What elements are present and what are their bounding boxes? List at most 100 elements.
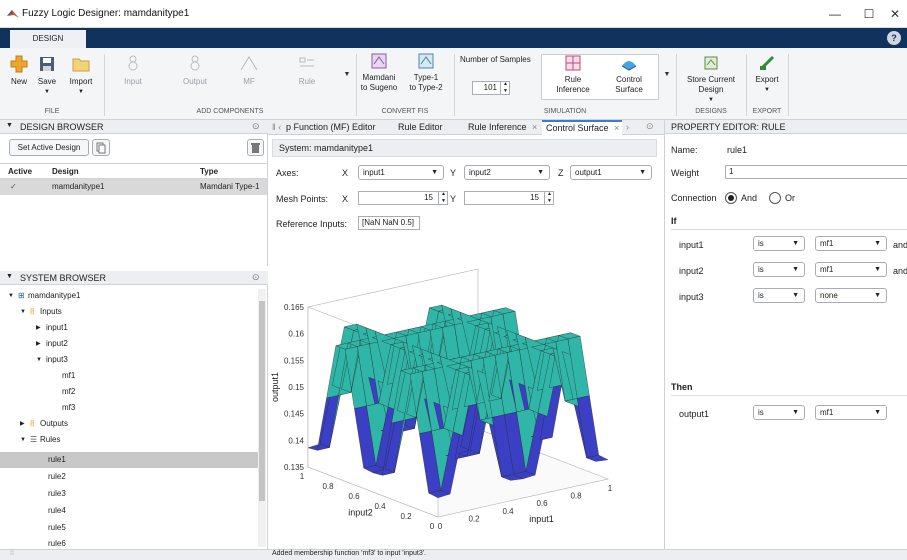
dropdown-arrow-icon: ▼ <box>431 169 438 176</box>
tree-item-mf1[interactable]: mf1 <box>0 368 260 384</box>
tree-item-fis[interactable]: ▼ ⊞ mamdanitype1 <box>0 288 260 304</box>
x-tick-label: 0.2 <box>468 514 480 523</box>
z-axis-title: output1 <box>270 372 280 402</box>
x-tick-label: 0.8 <box>570 492 582 501</box>
mesh-y-input[interactable]: 15 <box>464 191 554 205</box>
tabs-options-icon[interactable]: ⊙ <box>646 121 654 132</box>
tree-item-input3[interactable]: ▼ input3 <box>0 352 260 368</box>
if-is-select[interactable]: is ▼ <box>753 236 805 251</box>
rule-name-value: rule1 <box>727 145 748 155</box>
z-axis-select[interactable]: output1 ▼ <box>570 165 652 180</box>
add-input-button[interactable]: Input <box>114 54 152 87</box>
panel-options-icon[interactable]: ⊙ <box>252 272 260 283</box>
mesh-y-spinner-icon[interactable]: ▲ ▼ <box>544 191 554 205</box>
tree-item-outputs[interactable]: ▶ 8 Outputs <box>0 416 260 432</box>
add-mf-button[interactable]: MF <box>234 54 264 87</box>
dropdown-arrow-icon: ▼ <box>792 292 799 299</box>
set-active-design-button[interactable]: Set Active Design <box>9 139 89 156</box>
reference-inputs-input[interactable]: [NaN NaN 0.5] <box>358 216 420 230</box>
tree-item-inputs[interactable]: ▼ 8 Inputs <box>0 304 260 320</box>
y-tick-label: 0.8 <box>322 482 334 491</box>
tree-item-rule1[interactable]: rule1 <box>0 452 260 468</box>
if-mf-select[interactable]: none ▼ <box>815 288 887 303</box>
help-button[interactable]: ? <box>887 31 901 45</box>
type1-to-type2-button[interactable]: Type-1 to Type-2 <box>404 52 448 93</box>
rule-inference-label-1: Rule <box>564 75 582 84</box>
mesh-points-label: Mesh Points: <box>276 194 329 204</box>
add-rule-button[interactable]: Rule <box>290 54 324 87</box>
tree-scrollbar[interactable] <box>258 289 266 547</box>
if-is-select[interactable]: is ▼ <box>753 262 805 277</box>
tab-mf-editor[interactable]: p Function (MF) Editor <box>286 122 376 132</box>
and-radio[interactable] <box>725 192 737 204</box>
if-mf-select[interactable]: mf1 ▼ <box>815 262 887 277</box>
weight-input[interactable]: 1 <box>725 165 907 179</box>
new-button[interactable]: New <box>6 54 32 87</box>
export-button[interactable]: Export ▼ <box>750 54 784 95</box>
scrollbar-thumb[interactable] <box>259 301 265 501</box>
copy-design-button[interactable] <box>92 139 110 156</box>
tab-rule-editor[interactable]: Rule Editor <box>398 122 443 132</box>
x-axis-select[interactable]: input1 ▼ <box>358 165 444 180</box>
save-button[interactable]: Save ▼ <box>34 54 60 97</box>
if-is-select[interactable]: is ▼ <box>753 288 805 303</box>
design-name-cell: mamdanitype1 <box>52 182 105 191</box>
then-var-label: output1 <box>679 409 710 419</box>
y-axis-select[interactable]: input2 ▼ <box>464 165 550 180</box>
collapse-icon[interactable]: ▼ <box>6 273 13 280</box>
tree-item-rule5[interactable]: rule5 <box>0 520 260 536</box>
add-output-button[interactable]: Output <box>176 54 214 87</box>
samples-spinner-icon[interactable]: ▲ ▼ <box>500 81 510 95</box>
collapse-icon[interactable]: ▼ <box>6 122 13 129</box>
group-label-simulation: SIMULATION <box>543 108 587 115</box>
store-current-design-button[interactable]: Store Current Design ▼ <box>680 54 742 105</box>
tree-item-mf3[interactable]: mf3 <box>0 400 260 416</box>
dropdown-arrow-icon: ▼ <box>639 169 646 176</box>
tab-rule-inference[interactable]: Rule Inference <box>468 122 527 132</box>
maximize-button[interactable]: ☐ <box>858 6 880 22</box>
tab-design[interactable]: DESIGN <box>10 30 86 48</box>
if-mf-select[interactable]: mf1 ▼ <box>815 236 887 251</box>
tree-item-input1[interactable]: ▶ input1 <box>0 320 260 336</box>
close-tab-icon[interactable]: × <box>614 123 619 133</box>
close-button[interactable]: ✕ <box>884 6 906 22</box>
rule-icon <box>299 57 314 67</box>
y-axis-label: Y <box>450 168 457 178</box>
new-label: New <box>10 77 27 86</box>
delete-design-button[interactable] <box>247 139 264 156</box>
connector-label: and <box>893 240 907 250</box>
then-mf-select[interactable]: mf1 ▼ <box>815 405 887 420</box>
minimize-button[interactable]: — <box>824 6 846 22</box>
tree-item-rules[interactable]: ▼ ☰ Rules <box>0 432 260 448</box>
tree-item-rule4[interactable]: rule4 <box>0 503 260 519</box>
tabs-scroll-right-icon[interactable]: › <box>626 122 629 132</box>
or-radio[interactable] <box>769 192 781 204</box>
mf-label: MF <box>243 77 255 86</box>
or-label: Or <box>785 193 795 203</box>
control-surface-button[interactable]: Control Surface <box>604 54 654 95</box>
tree-item-rule2[interactable]: rule2 <box>0 469 260 485</box>
tabs-scroll-left-icon[interactable]: ‖ ‹ <box>272 122 281 132</box>
simulation-gallery-expand-icon[interactable]: ▼ <box>662 70 672 80</box>
x-tick-label: 0 <box>438 522 443 531</box>
import-button[interactable]: Import ▼ <box>64 54 98 97</box>
table-row[interactable]: ✓ mamdanitype1 Mamdani Type-1 <box>0 179 267 195</box>
mamdani-to-sugeno-button[interactable]: Mamdani to Sugeno <box>358 52 400 93</box>
control-surface-plot[interactable]: 0.165 0.16 0.155 0.15 0.145 0.14 0.135 0 0.2 0.4 0… <box>268 235 664 549</box>
tab-control-surface[interactable]: Control Surface × <box>542 120 622 135</box>
panel-options-icon[interactable]: ⊙ <box>252 121 260 132</box>
rule-inference-button[interactable]: Rule Inference <box>548 54 598 95</box>
membership-function-icon <box>240 56 258 71</box>
gallery-expand-icon[interactable]: ▼ <box>342 70 352 80</box>
z-tick-label: 0.14 <box>288 436 304 445</box>
then-is-select[interactable]: is ▼ <box>753 405 805 420</box>
tree-item-mf2[interactable]: mf2 <box>0 384 260 400</box>
mesh-x-spinner-icon[interactable]: ▲ ▼ <box>438 191 448 205</box>
tree-item-rule6[interactable]: rule6 <box>0 536 260 549</box>
mesh-x-input[interactable]: 15 <box>358 191 448 205</box>
tree-item-rule3[interactable]: rule3 <box>0 486 260 502</box>
tree-item-input2[interactable]: ▶ input2 <box>0 336 260 352</box>
close-tab-icon[interactable]: × <box>532 122 537 132</box>
property-editor-title: PROPERTY EDITOR: RULE <box>671 122 786 132</box>
y-tick-label: 0.4 <box>374 502 386 511</box>
